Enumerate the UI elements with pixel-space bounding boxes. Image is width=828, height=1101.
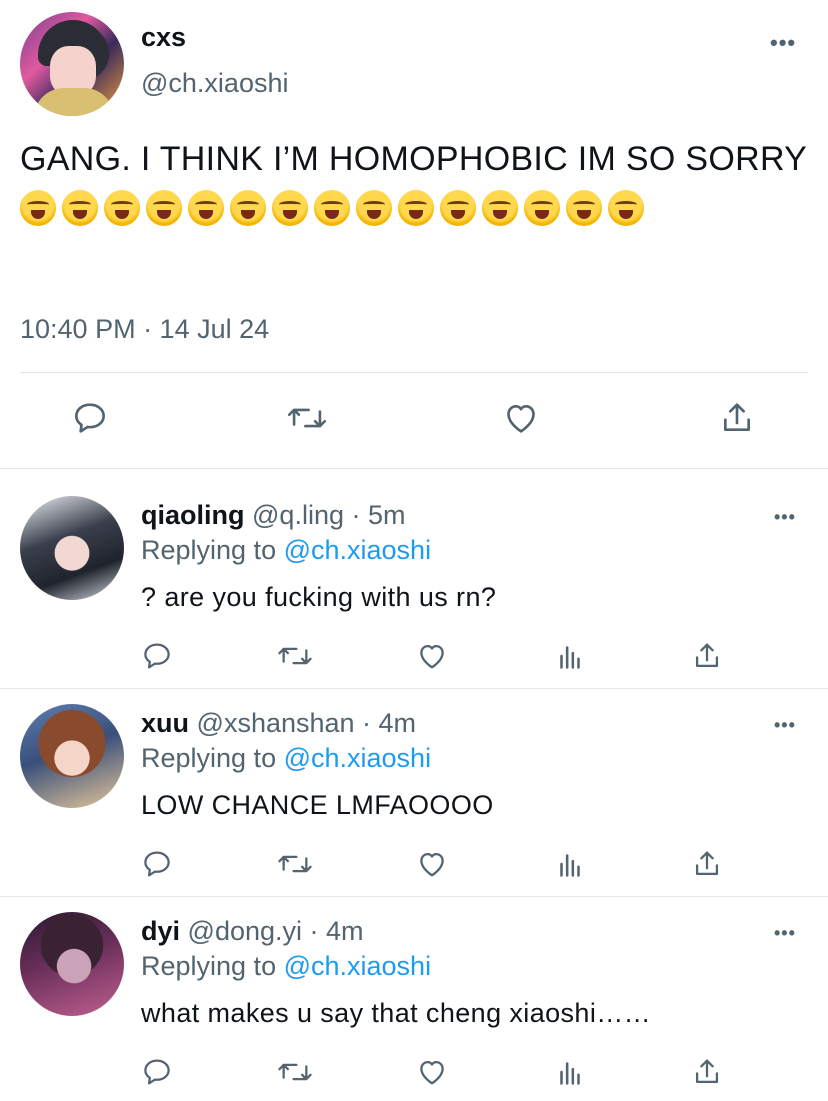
analytics-icon[interactable] [553, 847, 587, 881]
reply-header: qiaoling @q.ling · 5m [141, 500, 405, 531]
reply-actions [0, 847, 828, 887]
replying-to-label: Replying to [141, 535, 284, 565]
author-handle[interactable]: @ch.xiaoshi [141, 68, 288, 99]
replying-to-label: Replying to [141, 951, 284, 981]
like-icon[interactable] [415, 1055, 449, 1089]
reply-icon[interactable] [140, 639, 174, 673]
replying-to: Replying to @ch.xiaoshi [141, 535, 431, 566]
analytics-icon[interactable] [553, 1055, 587, 1089]
retweet-icon[interactable] [286, 398, 328, 438]
avatar-shirt [34, 88, 114, 116]
loudly-crying-face-icon [440, 190, 476, 226]
loudly-crying-face-icon [230, 190, 266, 226]
reply-text: ? are you fucking with us rn? [141, 582, 497, 612]
loudly-crying-face-icon [398, 190, 434, 226]
tweet-timestamp[interactable]: 10:40 PM · 14 Jul 24 [20, 314, 269, 345]
author-name[interactable]: xuu [141, 708, 189, 738]
replying-to-handle[interactable]: @ch.xiaoshi [284, 951, 431, 981]
author-meta[interactable]: @xshanshan · 4m [197, 708, 417, 738]
reply-actions [0, 1055, 828, 1095]
loudly-crying-face-icon [62, 190, 98, 226]
reply-icon[interactable] [140, 1055, 174, 1089]
loudly-crying-face-icon [356, 190, 392, 226]
retweet-icon[interactable] [276, 639, 314, 673]
reply-icon[interactable] [70, 398, 110, 438]
loudly-crying-face-icon [272, 190, 308, 226]
avatar[interactable] [20, 912, 124, 1016]
divider [0, 468, 828, 469]
loudly-crying-face-icon [608, 190, 644, 226]
more-options-icon[interactable]: ••• [774, 508, 796, 526]
reply-header: xuu @xshanshan · 4m [141, 708, 416, 739]
avatar[interactable] [20, 704, 124, 808]
more-options-icon[interactable]: ••• [770, 32, 796, 54]
reply-tweet[interactable]: dyi @dong.yi · 4m ••• Replying to @ch.xi… [0, 896, 828, 1101]
reply-actions [0, 639, 828, 679]
avatar[interactable] [20, 12, 124, 116]
reply-icon[interactable] [140, 847, 174, 881]
avatar[interactable] [20, 496, 124, 600]
share-icon[interactable] [690, 639, 724, 673]
replying-to: Replying to @ch.xiaoshi [141, 743, 431, 774]
share-icon[interactable] [690, 1055, 724, 1089]
like-icon[interactable] [415, 639, 449, 673]
analytics-icon[interactable] [553, 639, 587, 673]
share-icon[interactable] [717, 398, 757, 438]
reply-tweet[interactable]: qiaoling @q.ling · 5m ••• Replying to @c… [0, 480, 828, 688]
loudly-crying-face-icon [314, 190, 350, 226]
loudly-crying-face-icon [146, 190, 182, 226]
loudly-crying-face-icon [104, 190, 140, 226]
reply-tweet[interactable]: xuu @xshanshan · 4m ••• Replying to @ch.… [0, 688, 828, 896]
loudly-crying-face-icon [482, 190, 518, 226]
more-options-icon[interactable]: ••• [774, 924, 796, 942]
retweet-icon[interactable] [276, 847, 314, 881]
emoji-row [20, 190, 650, 228]
replying-to-handle[interactable]: @ch.xiaoshi [284, 535, 431, 565]
more-options-icon[interactable]: ••• [774, 716, 796, 734]
replying-to-label: Replying to [141, 743, 284, 773]
author-name[interactable]: cxs [141, 22, 186, 53]
loudly-crying-face-icon [566, 190, 602, 226]
loudly-crying-face-icon [524, 190, 560, 226]
replying-to-handle[interactable]: @ch.xiaoshi [284, 743, 431, 773]
tweet-body: GANG. I THINK I’M HOMOPHOBIC IM SO SORRY [20, 140, 807, 178]
reply-header: dyi @dong.yi · 4m [141, 916, 364, 947]
retweet-icon[interactable] [276, 1055, 314, 1089]
share-icon[interactable] [690, 847, 724, 881]
author-name[interactable]: qiaoling [141, 500, 245, 530]
replying-to: Replying to @ch.xiaoshi [141, 951, 431, 982]
main-tweet: cxs @ch.xiaoshi ••• GANG. I THINK I’M HO… [0, 0, 828, 468]
reply-text: what makes u say that cheng xiaoshi…… [141, 998, 652, 1028]
like-icon[interactable] [501, 398, 541, 438]
tweet-text: GANG. I THINK I’M HOMOPHOBIC IM SO SORRY [20, 134, 810, 234]
author-name[interactable]: dyi [141, 916, 180, 946]
tweet-actions [0, 395, 828, 445]
like-icon[interactable] [415, 847, 449, 881]
reply-text: LOW CHANCE LMFAOOOO [141, 790, 494, 820]
divider [20, 372, 808, 373]
author-meta[interactable]: @q.ling · 5m [252, 500, 405, 530]
author-meta[interactable]: @dong.yi · 4m [188, 916, 364, 946]
loudly-crying-face-icon [20, 190, 56, 226]
loudly-crying-face-icon [188, 190, 224, 226]
